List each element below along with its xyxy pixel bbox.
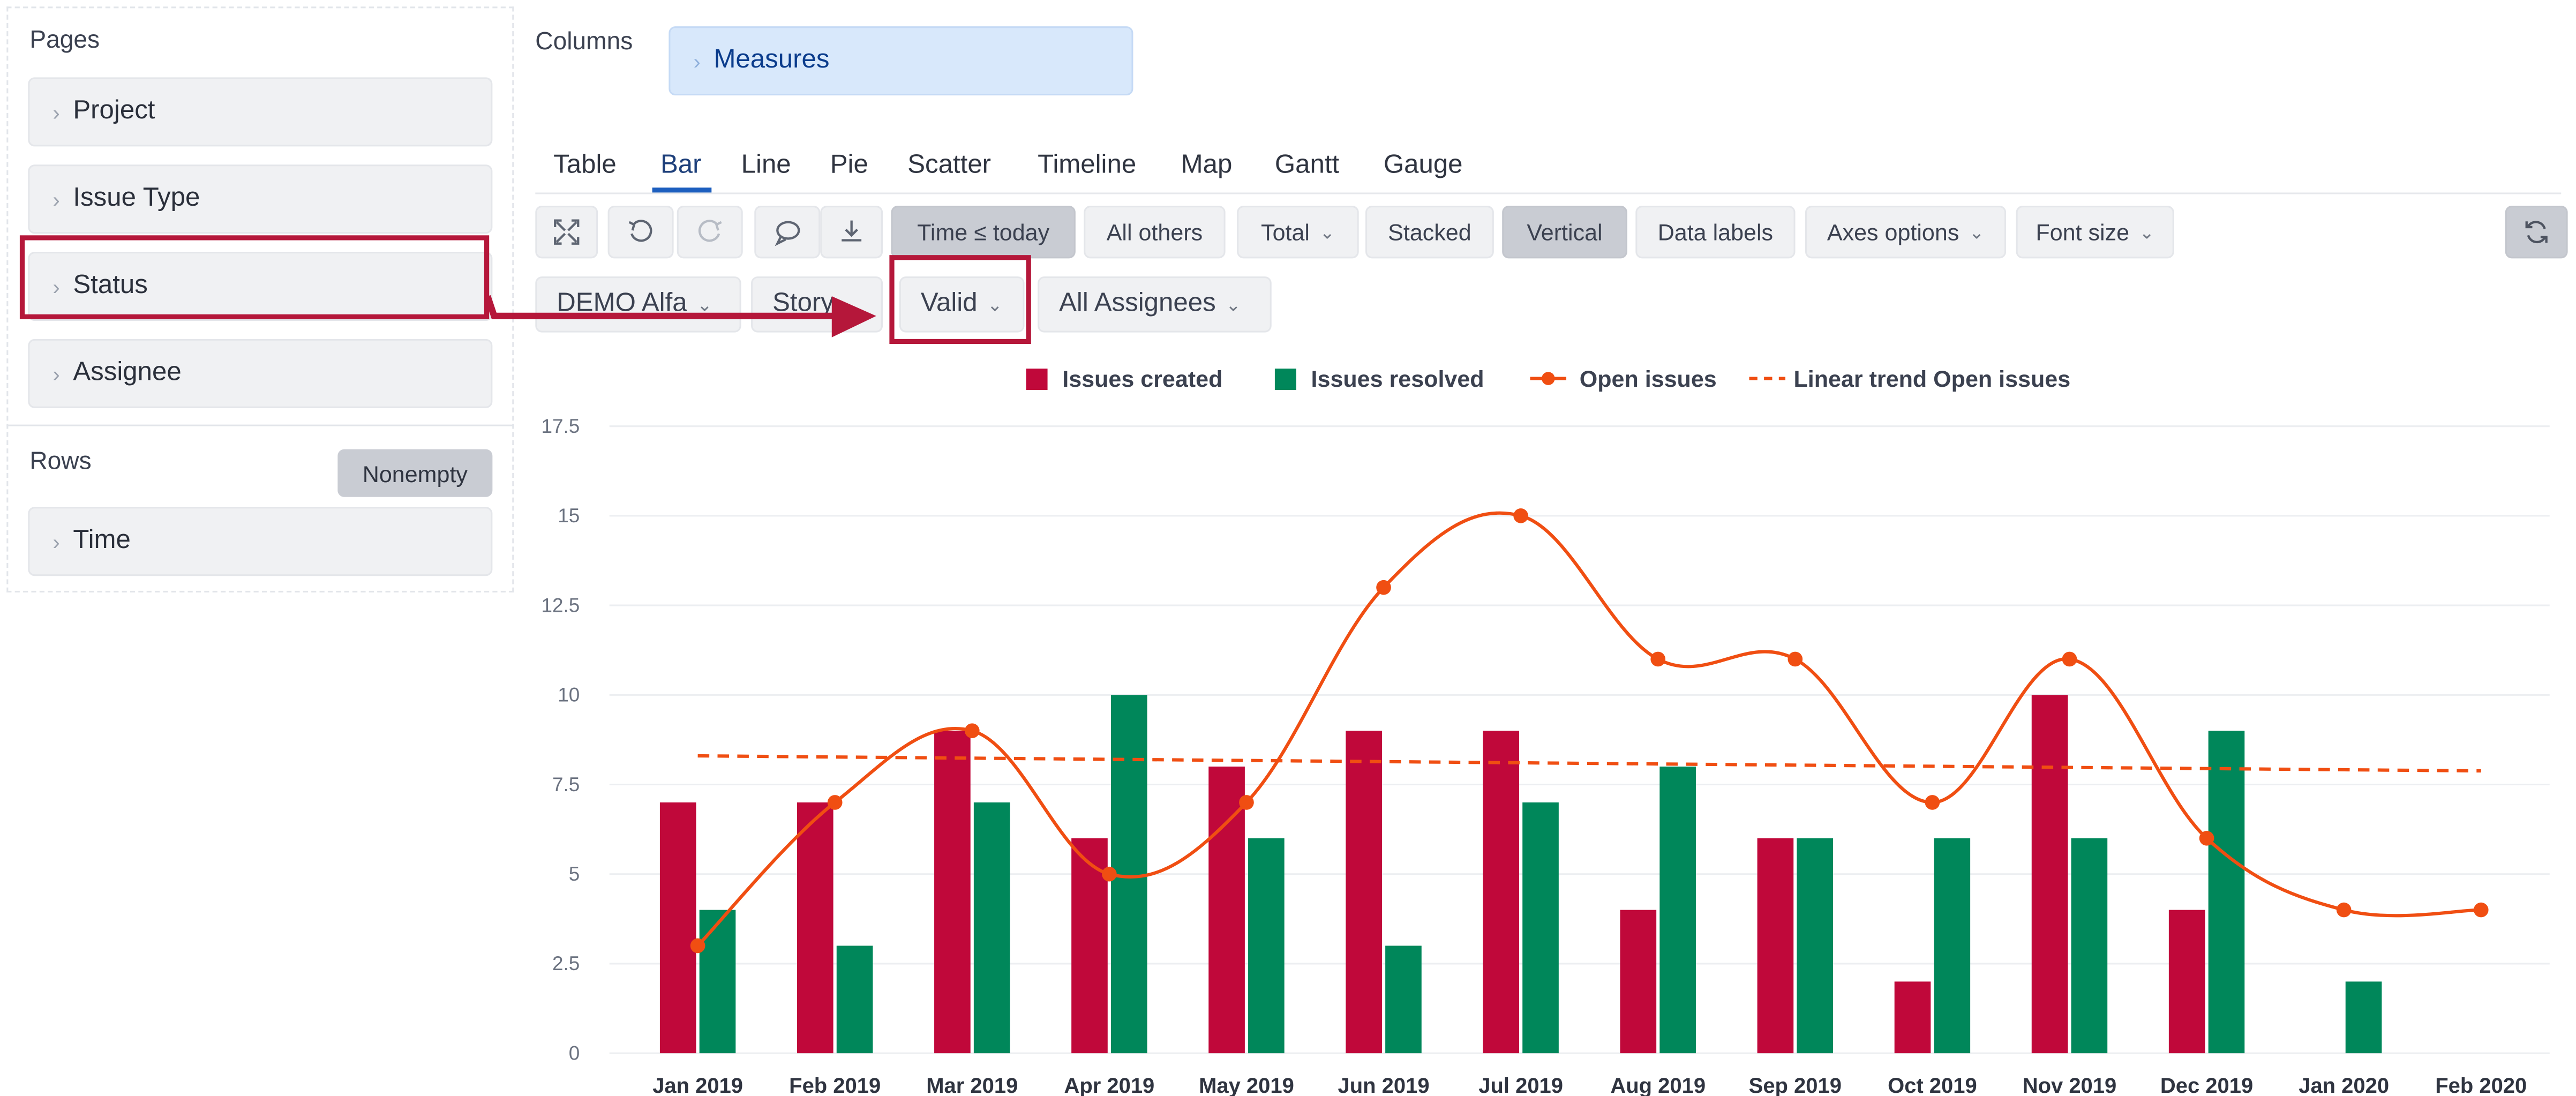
bar-issues-resolved bbox=[1522, 802, 1559, 1054]
x-tick-label: Feb 2020 bbox=[2435, 1074, 2527, 1096]
x-tick-label: Apr 2019 bbox=[1064, 1074, 1154, 1096]
x-tick-label: Feb 2019 bbox=[789, 1074, 881, 1096]
open-issues-point bbox=[827, 795, 843, 810]
bar-issues-resolved bbox=[1385, 945, 1422, 1054]
open-issues-point bbox=[1650, 651, 1666, 667]
open-issues-point bbox=[2473, 902, 2489, 918]
x-tick-label: Jul 2019 bbox=[1478, 1074, 1563, 1096]
open-issues-point bbox=[1925, 795, 1940, 810]
open-issues-point bbox=[1788, 651, 1803, 667]
bar-issues-created bbox=[2168, 910, 2205, 1054]
open-issues-point bbox=[1376, 580, 1391, 595]
y-tick-label: 12.5 bbox=[542, 594, 580, 616]
open-issues-point bbox=[1102, 866, 1117, 882]
y-tick-label: 7.5 bbox=[552, 774, 580, 795]
bar-chart: 0 2.5 5 7.5 10 12.5 15 17.5 Jan 2019 Feb 2019 Mar … bbox=[542, 415, 2550, 1096]
x-tick-label: Nov 2019 bbox=[2023, 1074, 2116, 1096]
x-tick-label: Aug 2019 bbox=[1610, 1074, 1706, 1096]
bar-issues-created bbox=[2031, 695, 2068, 1054]
bar-issues-resolved bbox=[973, 802, 1010, 1054]
bar-issues-created bbox=[797, 802, 833, 1054]
y-tick-label: 10 bbox=[558, 684, 580, 706]
x-tick-label: Jan 2020 bbox=[2299, 1074, 2389, 1096]
open-issues-point bbox=[964, 723, 980, 739]
x-tick-label: Jun 2019 bbox=[1338, 1074, 1430, 1096]
x-tick-label: May 2019 bbox=[1199, 1074, 1294, 1096]
bar-issues-resolved bbox=[836, 945, 873, 1054]
bar-issues-created bbox=[1757, 838, 1794, 1054]
bar-issues-created bbox=[1620, 910, 1657, 1054]
x-tick-label: Sep 2019 bbox=[1749, 1074, 1842, 1096]
bar-issues-resolved bbox=[1797, 838, 1834, 1054]
open-issues-point bbox=[2336, 902, 2352, 918]
bar-issues-resolved bbox=[699, 910, 736, 1054]
y-tick-label: 2.5 bbox=[552, 952, 580, 974]
y-tick-label: 15 bbox=[558, 505, 580, 527]
open-issues-point bbox=[690, 938, 705, 954]
x-tick-label: Jan 2019 bbox=[652, 1074, 743, 1096]
y-tick-label: 5 bbox=[569, 863, 580, 885]
bar-issues-resolved bbox=[2208, 731, 2245, 1054]
bar-issues-resolved bbox=[1934, 838, 1971, 1054]
bar-issues-resolved bbox=[2071, 838, 2108, 1054]
y-tick-label: 0 bbox=[569, 1042, 580, 1064]
open-issues-point bbox=[1239, 795, 1254, 810]
bar-issues-created bbox=[1346, 731, 1382, 1054]
y-tick-label: 17.5 bbox=[542, 415, 580, 437]
bar-issues-created bbox=[1483, 731, 1520, 1054]
x-tick-label: Dec 2019 bbox=[2160, 1074, 2253, 1096]
bar-issues-resolved bbox=[1248, 838, 1285, 1054]
open-issues-point bbox=[1513, 508, 1528, 523]
bar-issues-created bbox=[934, 731, 971, 1054]
bar-issues-created bbox=[1894, 981, 1931, 1054]
open-issues-point bbox=[2062, 651, 2077, 667]
bar-issues-resolved bbox=[1659, 767, 1696, 1054]
open-issues-point bbox=[2199, 831, 2214, 846]
bar-issues-created bbox=[659, 802, 696, 1054]
x-tick-label: Mar 2019 bbox=[926, 1074, 1018, 1096]
x-tick-label: Oct 2019 bbox=[1888, 1074, 1977, 1096]
bar-issues-resolved bbox=[2345, 981, 2382, 1054]
